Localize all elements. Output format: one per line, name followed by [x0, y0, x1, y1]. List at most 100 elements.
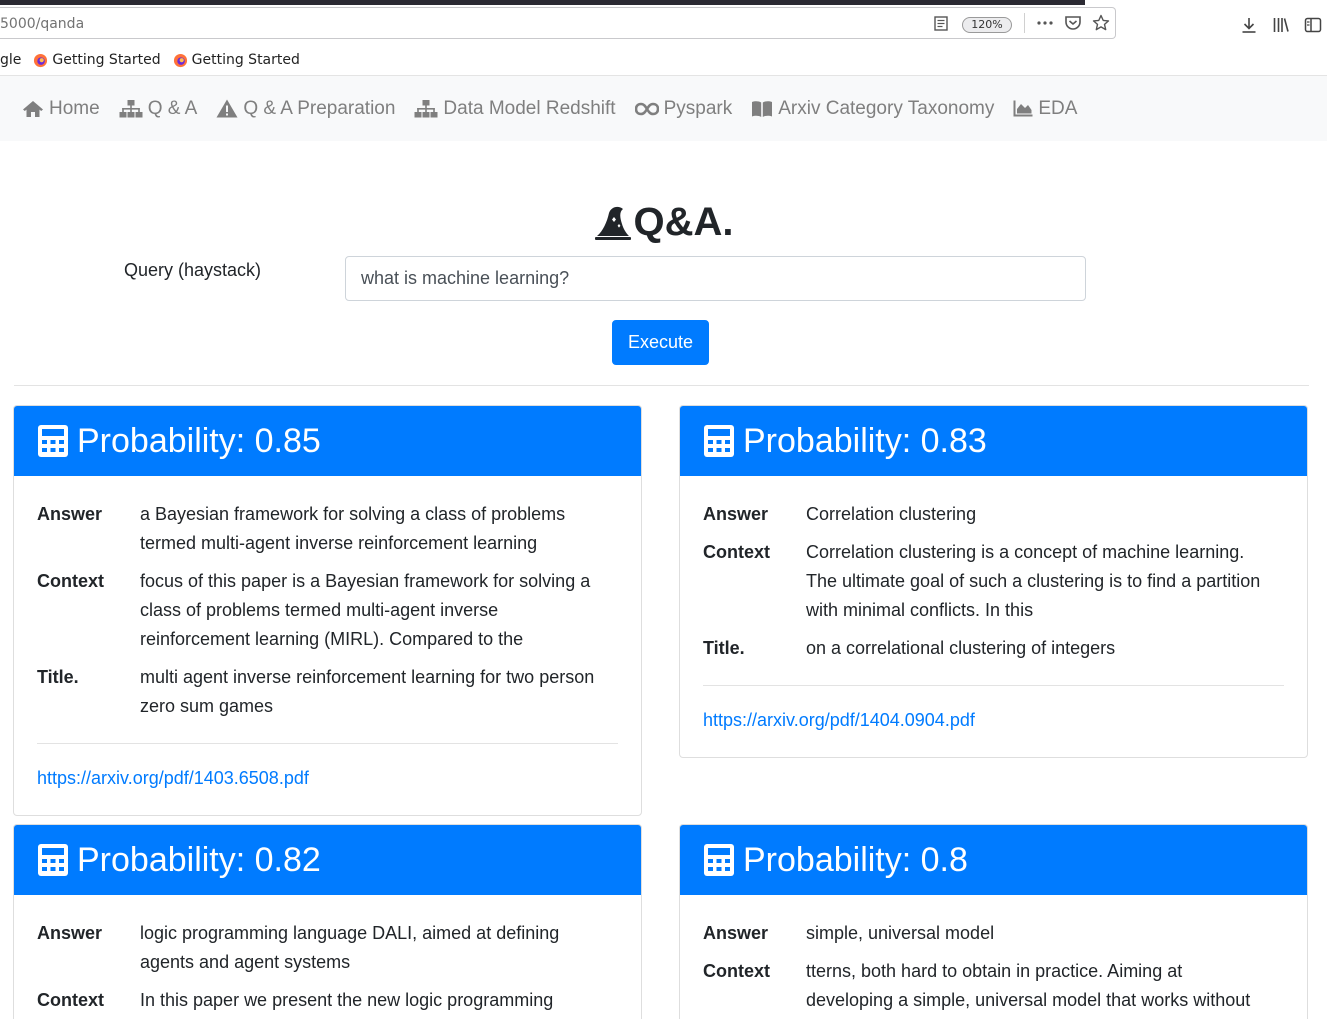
- nav-qanda[interactable]: Q & A: [119, 97, 198, 120]
- calculator-icon: [38, 844, 68, 876]
- card-header: Probability: 0.82: [14, 825, 641, 895]
- nav-label: Data Model Redshift: [443, 97, 616, 119]
- nav-eda[interactable]: EDA: [1013, 98, 1077, 120]
- page-title: Q&A.: [0, 200, 1327, 251]
- nav-label: Q & A Preparation: [243, 97, 396, 119]
- nav-label: Q & A: [147, 97, 198, 119]
- nav-pyspark[interactable]: Pyspark: [634, 97, 733, 120]
- query-input[interactable]: [345, 256, 1086, 301]
- context-value: focus of this paper is a Bayesian framew…: [140, 571, 591, 649]
- calculator-icon: [38, 425, 68, 457]
- context-value: tterns, both hard to obtain in practice.…: [806, 961, 1251, 1010]
- library-icon[interactable]: [1272, 16, 1290, 34]
- pocket-icon[interactable]: [1064, 14, 1082, 32]
- result-card: Probability: 0.85 Answer a Bayesian fram…: [13, 405, 642, 816]
- probability-heading: Probability: 0.82: [77, 840, 321, 879]
- bookmarks-toolbar: gle Getting Started Getting Started: [0, 46, 312, 74]
- book-icon: [752, 100, 773, 117]
- downloads-icon[interactable]: [1240, 16, 1258, 34]
- nav-arxiv-taxonomy[interactable]: Arxiv Category Taxonomy: [751, 98, 994, 120]
- result-card: Probability: 0.82 Answer logic programmi…: [13, 824, 642, 1019]
- zoom-level-badge[interactable]: 120%: [962, 17, 1012, 33]
- answer-label: Answer: [703, 504, 769, 524]
- context-label: Context: [703, 961, 770, 981]
- bookmark-item[interactable]: Getting Started: [173, 52, 300, 68]
- url-text[interactable]: 5000/qanda: [0, 16, 84, 32]
- context-row: Context focus of this paper is a Bayesia…: [37, 567, 618, 654]
- card-header: Probability: 0.83: [680, 406, 1307, 476]
- infinity-icon: [634, 102, 659, 115]
- query-label: Query (haystack): [124, 260, 262, 280]
- answer-value: simple, universal model: [806, 923, 995, 943]
- answer-row: Answer a Bayesian framework for solving …: [37, 500, 618, 558]
- urlbar-separator: [1024, 13, 1025, 33]
- answer-label: Answer: [37, 923, 103, 943]
- card-divider: [37, 743, 618, 744]
- nav-label: Home: [49, 97, 100, 119]
- bookmark-label[interactable]: Getting Started: [52, 52, 160, 68]
- probability-heading: Probability: 0.83: [743, 421, 987, 460]
- nav-label: Pyspark: [663, 97, 733, 119]
- answer-value: logic programming language DALI, aimed a…: [140, 923, 560, 972]
- execute-button[interactable]: Execute: [612, 320, 709, 365]
- result-card: Probability: 0.8 Answer simple, universa…: [679, 824, 1308, 1019]
- bookmark-star-icon[interactable]: [1092, 14, 1110, 32]
- answer-row: Answer simple, universal model: [703, 919, 1284, 948]
- browser-tab-strip: [0, 0, 1085, 5]
- page-title-text: Q&A.: [633, 200, 734, 244]
- area-chart-icon: [1013, 100, 1033, 117]
- answer-value: a Bayesian framework for solving a class…: [140, 504, 566, 553]
- context-row: Context tterns, both hard to obtain in p…: [703, 957, 1284, 1015]
- calculator-icon: [704, 425, 734, 457]
- title-label: Title.: [37, 667, 79, 687]
- answer-row: Answer Correlation clustering: [703, 500, 1284, 529]
- probability-heading: Probability: 0.85: [77, 421, 321, 460]
- card-header: Probability: 0.85: [14, 406, 641, 476]
- sitemap-icon: [414, 99, 438, 117]
- divider: [14, 385, 1309, 386]
- title-row: Title. on a correlational clustering of …: [703, 634, 1284, 663]
- nav-label: Arxiv Category Taxonomy: [778, 97, 995, 119]
- answer-label: Answer: [703, 923, 769, 943]
- answer-value: Correlation clustering: [806, 504, 977, 524]
- nav-home[interactable]: Home: [22, 98, 100, 120]
- calculator-icon: [704, 844, 734, 876]
- context-label: Context: [37, 990, 104, 1010]
- home-icon: [23, 100, 43, 117]
- firefox-icon: [173, 53, 187, 67]
- bookmark-label[interactable]: Getting Started: [192, 52, 300, 68]
- nav-qanda-preparation[interactable]: Q & A Preparation: [216, 98, 395, 120]
- paper-link[interactable]: https://arxiv.org/pdf/1404.0904.pdf: [703, 708, 1284, 732]
- wizard-hat-icon: [594, 206, 631, 240]
- probability-heading: Probability: 0.8: [743, 840, 968, 879]
- context-value: In this paper we present the new logic p…: [140, 990, 554, 1010]
- paper-link[interactable]: https://arxiv.org/pdf/1403.6508.pdf: [37, 766, 618, 790]
- sidebar-toggle-icon[interactable]: [1304, 16, 1322, 34]
- bookmark-item[interactable]: gle: [0, 52, 21, 68]
- sitemap-icon: [119, 99, 143, 117]
- warning-icon: [216, 99, 238, 118]
- main-navbar: Home Q & A Q & A Preparation Data Model …: [0, 75, 1327, 141]
- card-header: Probability: 0.8: [680, 825, 1307, 895]
- context-label: Context: [37, 571, 104, 591]
- context-row: Context In this paper we present the new…: [37, 986, 618, 1015]
- nav-data-model-redshift[interactable]: Data Model Redshift: [414, 97, 616, 120]
- context-value: Correlation clustering is a concept of m…: [806, 542, 1261, 620]
- answer-row: Answer logic programming language DALI, …: [37, 919, 618, 977]
- firefox-icon: [34, 53, 48, 67]
- more-actions-icon[interactable]: [1036, 14, 1054, 32]
- context-label: Context: [703, 542, 770, 562]
- title-value: on a correlational clustering of integer…: [806, 638, 1116, 658]
- bookmark-label[interactable]: gle: [0, 52, 21, 68]
- title-row: Title. multi agent inverse reinforcement…: [37, 663, 618, 721]
- address-bar[interactable]: 5000/qanda 120%: [0, 7, 1116, 39]
- nav-label: EDA: [1038, 97, 1078, 119]
- answer-label: Answer: [37, 504, 103, 524]
- context-row: Context Correlation clustering is a conc…: [703, 538, 1284, 625]
- title-label: Title.: [703, 638, 745, 658]
- result-card: Probability: 0.83 Answer Correlation clu…: [679, 405, 1308, 758]
- card-divider: [703, 685, 1284, 686]
- reader-view-icon[interactable]: [934, 16, 948, 31]
- bookmark-item[interactable]: Getting Started: [33, 52, 161, 68]
- title-value: multi agent inverse reinforcement learni…: [140, 667, 595, 716]
